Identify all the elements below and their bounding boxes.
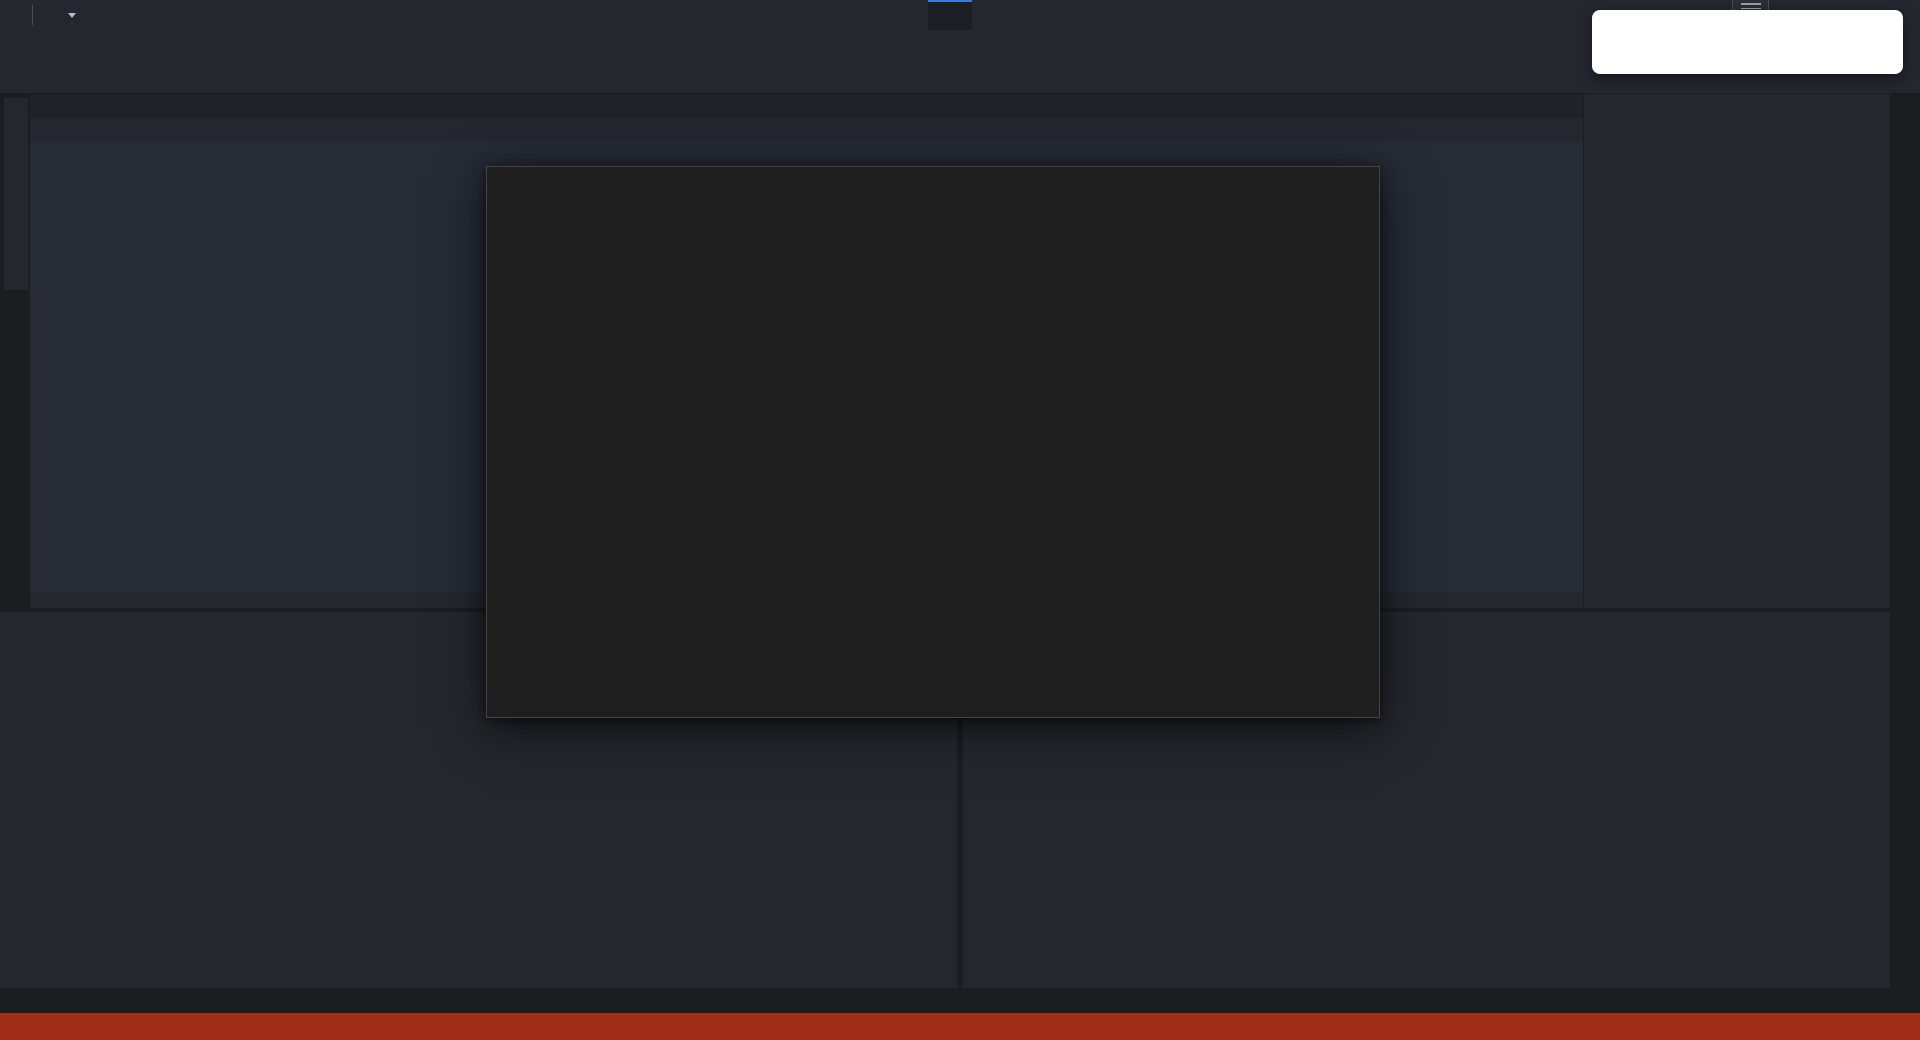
chevron-down-icon	[68, 13, 76, 18]
visual-studio-window	[0, 0, 1920, 1040]
app-window-mainwindow	[486, 166, 1380, 718]
solution-badge[interactable]	[928, 0, 972, 30]
toast-notification[interactable]	[1592, 10, 1903, 74]
status-bar	[0, 1013, 1920, 1040]
breadcrumb	[30, 118, 1583, 141]
menu-search[interactable]	[41, 13, 89, 18]
sidebar-tab-visueller-livebaum[interactable]	[4, 98, 28, 290]
document-tabstrip	[30, 94, 1583, 118]
right-dock-strip	[1890, 94, 1920, 1013]
diagnostics-panel	[1584, 94, 1890, 608]
